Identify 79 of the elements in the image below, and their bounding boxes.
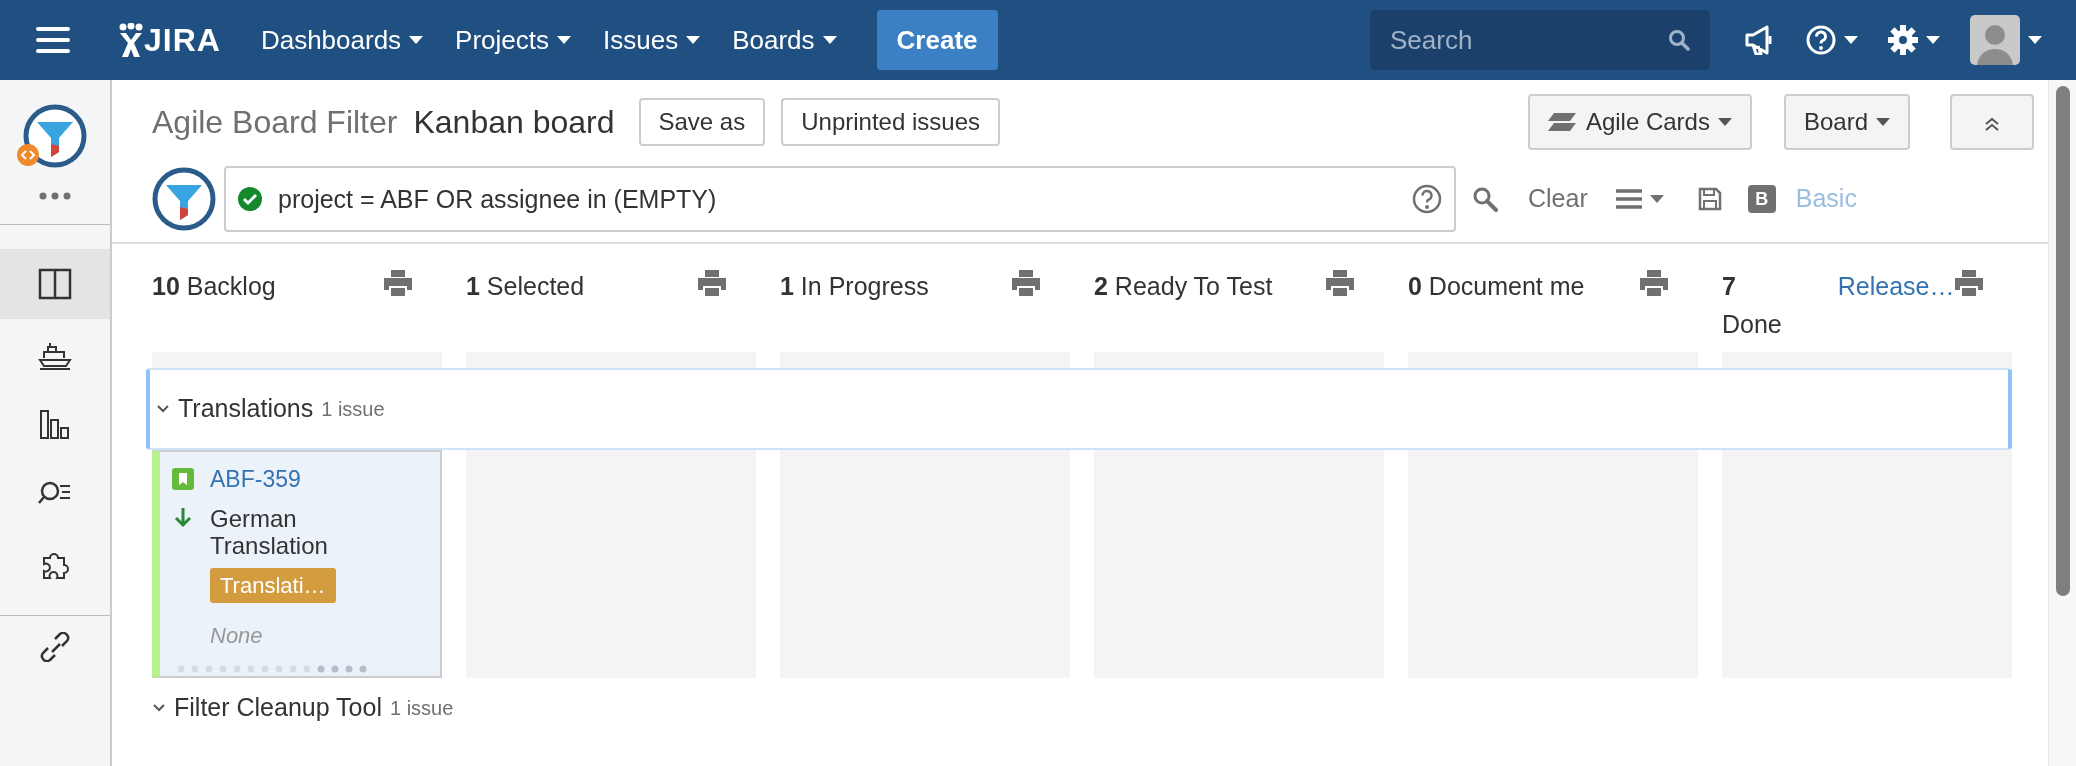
- caret-icon: [1649, 195, 1664, 203]
- issue-key-link[interactable]: ABF-359: [210, 462, 301, 497]
- agile-cards-button[interactable]: Agile Cards: [1527, 94, 1752, 150]
- issue-summary: German Translation: [210, 504, 329, 560]
- nav-menu[interactable]: Projects: [439, 20, 588, 60]
- help-icon[interactable]: [1412, 184, 1442, 214]
- search-icon[interactable]: [1472, 186, 1498, 212]
- nav-menu[interactable]: Boards: [716, 20, 853, 60]
- column-name: Done: [1722, 308, 1782, 340]
- nav-menu[interactable]: Dashboards: [244, 20, 440, 60]
- stacked-cards-icon: [1547, 111, 1578, 133]
- caret-icon: [2028, 36, 2042, 44]
- bar-chart-icon: [38, 408, 72, 440]
- scrollbar[interactable]: [2048, 80, 2076, 766]
- column-count: 7: [1722, 272, 1736, 300]
- column-name: Selected: [486, 272, 585, 300]
- arrow-down-icon: [172, 506, 194, 528]
- printer-icon[interactable]: [384, 270, 412, 296]
- settings-icon[interactable]: [1888, 25, 1918, 55]
- swimlane-title: Translations: [178, 393, 314, 425]
- double-chevron-up-icon: [1984, 115, 2000, 132]
- more-icon[interactable]: [39, 192, 71, 200]
- board-icon: [38, 268, 72, 300]
- code-badge-icon: [17, 144, 39, 166]
- swimlane-header[interactable]: Filter Cleanup Tool 1 issue: [152, 678, 2012, 738]
- search-icon: [1668, 29, 1690, 51]
- nav-menu[interactable]: Issues: [587, 20, 717, 60]
- caret-icon: [409, 36, 424, 44]
- caret-icon: [1717, 118, 1732, 126]
- column-name: Backlog: [186, 272, 276, 300]
- story-icon: [172, 468, 194, 490]
- issue-count: 1 issue: [321, 397, 385, 422]
- swimlane-title: Filter Cleanup Tool: [174, 692, 382, 724]
- caret-icon: [822, 36, 837, 44]
- logo-icon: [118, 23, 144, 57]
- logo-link[interactable]: JIRA: [118, 16, 221, 64]
- clear-button[interactable]: Clear: [1514, 180, 1602, 218]
- column-count: 1: [780, 272, 794, 300]
- search-field[interactable]: Search: [1370, 10, 1710, 70]
- save-icon[interactable]: [1697, 187, 1722, 211]
- column-count: 1: [466, 272, 480, 300]
- printer-icon[interactable]: [1954, 270, 1983, 296]
- issue-count: 1 issue: [390, 696, 454, 721]
- sidebar-item[interactable]: [0, 249, 110, 319]
- assignee-text: None: [210, 621, 263, 650]
- column-name: Document me: [1428, 272, 1585, 300]
- caret-icon: [686, 36, 701, 44]
- bold-key-icon[interactable]: B: [1747, 185, 1776, 213]
- column-count: 0: [1408, 272, 1422, 300]
- list-icon: [1615, 188, 1642, 210]
- caret-icon: [1926, 36, 1940, 44]
- caret-icon: [557, 36, 572, 44]
- toolbar-button[interactable]: Unprinted issues: [781, 98, 1000, 146]
- printer-icon[interactable]: [1326, 270, 1354, 296]
- issue-card[interactable]: ABF-359 German Translation Translati… None: [152, 450, 442, 678]
- column-name: In Progress: [800, 272, 929, 300]
- project-title: Agile Board Filter: [152, 103, 398, 142]
- column-count: 2: [1094, 272, 1108, 300]
- caret-icon: [1844, 36, 1858, 44]
- toolbar-button[interactable]: Save as: [638, 98, 766, 146]
- printer-icon[interactable]: [1640, 270, 1668, 296]
- scrollbar-thumb[interactable]: [2056, 86, 2070, 596]
- project-avatar-icon[interactable]: [23, 104, 87, 168]
- logo-text: JIRA: [144, 21, 221, 60]
- column-name: Ready To Test: [1114, 272, 1273, 300]
- release-link[interactable]: Release…: [1837, 268, 1955, 306]
- swimlane-header[interactable]: Translations 1 issue: [146, 368, 2012, 450]
- filter-logo-icon: [152, 167, 216, 231]
- board-title: Kanban board: [413, 103, 615, 142]
- printer-icon[interactable]: [698, 270, 726, 296]
- menu-icon[interactable]: [36, 27, 70, 53]
- link-icon[interactable]: [38, 632, 72, 662]
- issue-label: Translati…: [210, 567, 336, 603]
- board-menu-button[interactable]: Board: [1783, 94, 1910, 150]
- jql-query-field[interactable]: project = ABF OR assignee in (EMPTY): [224, 166, 1456, 232]
- printer-icon[interactable]: [1012, 270, 1040, 296]
- column-count: 10: [152, 272, 180, 300]
- create-button[interactable]: Create: [876, 10, 998, 70]
- caret-icon: [1876, 118, 1890, 126]
